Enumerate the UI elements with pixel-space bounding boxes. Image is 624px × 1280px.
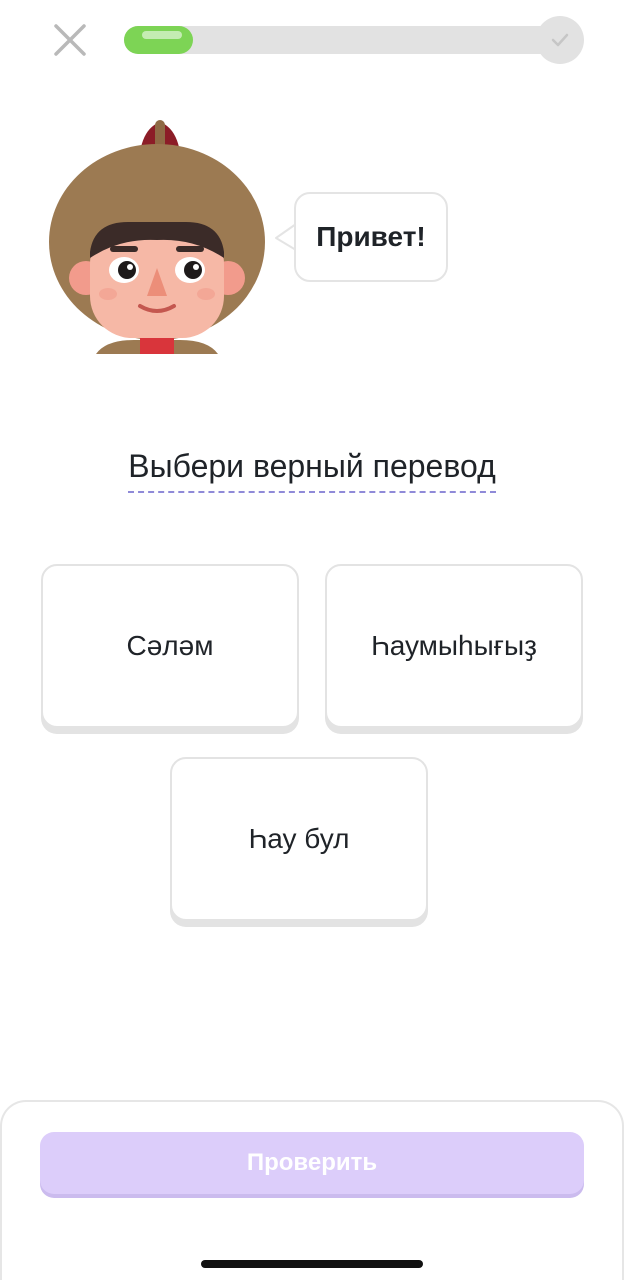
lesson-progress-bar [124, 16, 584, 64]
answer-option-label: Һаумыһығыҙ [371, 630, 537, 661]
home-indicator[interactable] [201, 1260, 423, 1268]
character-illustration [44, 118, 270, 354]
answer-option-label: Һау бул [248, 823, 350, 854]
check-button[interactable]: Проверить [40, 1132, 584, 1194]
speech-bubble: Привет! [294, 192, 448, 282]
close-icon [54, 24, 86, 56]
close-button[interactable] [52, 22, 88, 58]
progress-fill [124, 26, 193, 54]
instruction-container: Выбери верный перевод [0, 448, 624, 493]
checkmark-icon [551, 33, 569, 47]
instruction-text: Выбери верный перевод [128, 448, 496, 493]
progress-end-marker [536, 16, 584, 64]
answer-option[interactable]: Һаумыһығыҙ [325, 564, 583, 728]
answer-option[interactable]: Һау бул [170, 757, 428, 921]
answer-option[interactable]: Сәләм [41, 564, 299, 728]
speech-bubble-text: Привет! [316, 221, 426, 252]
answer-option-label: Сәләм [126, 630, 214, 661]
check-button-label: Проверить [246, 1149, 378, 1176]
